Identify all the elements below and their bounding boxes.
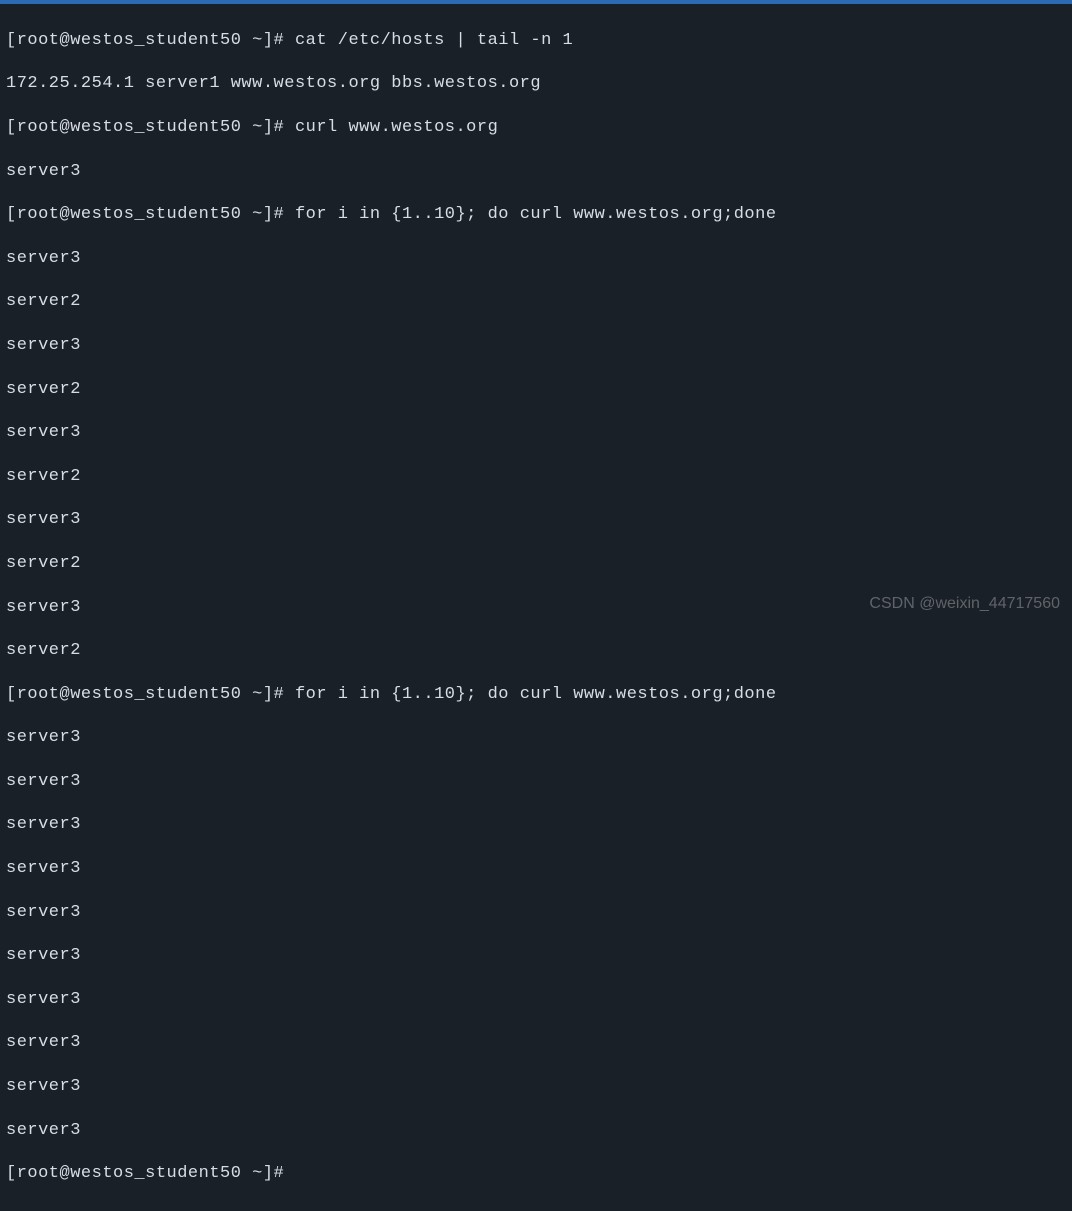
output-hosts: 172.25.254.1 server1 www.westos.org bbs.… [6,73,1066,95]
output-loop1-9: server2 [6,640,1066,662]
prompt-line-2: [root@westos_student50 ~]# curl www.west… [6,117,1066,139]
output-loop1-4: server3 [6,422,1066,444]
output-loop2-4: server3 [6,902,1066,924]
command-text: cat /etc/hosts | tail -n 1 [295,31,573,50]
command-text: curl www.westos.org [295,118,498,137]
output-loop2-9: server3 [6,1120,1066,1142]
csdn-watermark: CSDN @weixin_44717560 [869,595,1060,613]
output-loop1-3: server2 [6,379,1066,401]
output-loop1-6: server3 [6,509,1066,531]
prompt-line-5[interactable]: [root@westos_student50 ~]# [6,1163,1066,1185]
prompt-line-1: [root@westos_student50 ~]# cat /etc/host… [6,30,1066,52]
command-text: for i in {1..10}; do curl www.westos.org… [295,685,777,704]
output-loop2-5: server3 [6,945,1066,967]
output-loop1-0: server3 [6,248,1066,270]
output-loop2-6: server3 [6,989,1066,1011]
output-loop2-3: server3 [6,858,1066,880]
output-loop1-1: server2 [6,291,1066,313]
output-loop1-7: server2 [6,553,1066,575]
prompt: [root@westos_student50 ~]# [6,685,295,704]
output-loop2-2: server3 [6,814,1066,836]
prompt-line-3: [root@westos_student50 ~]# for i in {1..… [6,204,1066,226]
output-loop1-5: server2 [6,466,1066,488]
prompt: [root@westos_student50 ~]# [6,31,295,50]
output-loop2-8: server3 [6,1076,1066,1098]
prompt: [root@westos_student50 ~]# [6,1164,295,1183]
prompt: [root@westos_student50 ~]# [6,118,295,137]
command-text: for i in {1..10}; do curl www.westos.org… [295,205,777,224]
output-loop2-1: server3 [6,771,1066,793]
output-loop2-0: server3 [6,727,1066,749]
prompt-line-4: [root@westos_student50 ~]# for i in {1..… [6,684,1066,706]
output-loop2-7: server3 [6,1032,1066,1054]
prompt: [root@westos_student50 ~]# [6,205,295,224]
output-single-curl: server3 [6,161,1066,183]
output-loop1-2: server3 [6,335,1066,357]
